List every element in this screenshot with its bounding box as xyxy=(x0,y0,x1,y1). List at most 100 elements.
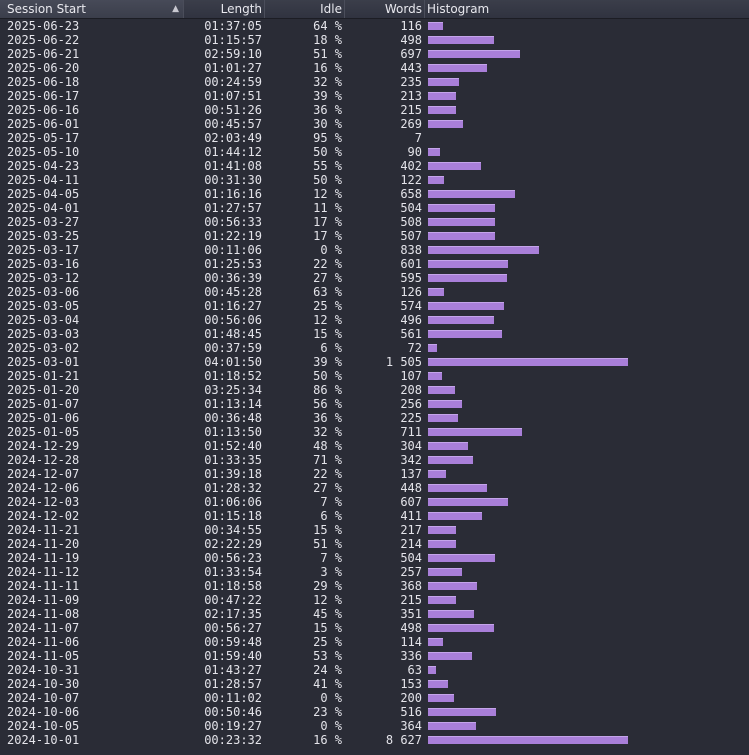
cell-idle: 23 % xyxy=(313,705,342,719)
column-header-session-start[interactable]: Session Start ▲ xyxy=(0,0,184,18)
table-row[interactable]: 2025-04-05 01:16:16 12 % 658 xyxy=(0,187,749,201)
table-row[interactable]: 2025-03-04 00:56:06 12 % 496 xyxy=(0,313,749,327)
table-row[interactable]: 2025-06-16 00:51:26 36 % 215 xyxy=(0,103,749,117)
table-row[interactable]: 2024-11-08 02:17:35 45 % 351 xyxy=(0,607,749,621)
cell-length: 00:36:39 xyxy=(204,271,262,285)
table-row[interactable]: 2024-11-05 01:59:40 53 % 336 xyxy=(0,649,749,663)
cell-words: 8 627 xyxy=(385,733,422,747)
table-row[interactable]: 2025-01-05 01:13:50 32 % 711 xyxy=(0,425,749,439)
table-row[interactable]: 2024-12-07 01:39:18 22 % 137 xyxy=(0,467,749,481)
histogram-bar xyxy=(428,50,520,58)
cell-length: 01:41:08 xyxy=(204,159,262,173)
table-row[interactable]: 2024-10-06 00:50:46 23 % 516 xyxy=(0,705,749,719)
table-row[interactable]: 2025-03-25 01:22:19 17 % 507 xyxy=(0,229,749,243)
table-row[interactable]: 2024-12-29 01:52:40 48 % 304 xyxy=(0,439,749,453)
histogram-bar xyxy=(428,358,628,366)
cell-length: 01:15:57 xyxy=(204,33,262,47)
table-row[interactable]: 2025-06-01 00:45:57 30 % 269 xyxy=(0,117,749,131)
cell-idle: 48 % xyxy=(313,439,342,453)
table-row[interactable]: 2025-06-23 01:37:05 64 % 116 xyxy=(0,19,749,33)
column-header-idle[interactable]: Idle xyxy=(265,0,345,18)
table-row[interactable]: 2025-01-06 00:36:48 36 % 225 xyxy=(0,411,749,425)
cell-words: 1 505 xyxy=(385,355,422,369)
cell-length: 01:27:57 xyxy=(204,201,262,215)
histogram-bar xyxy=(428,526,456,534)
table-row[interactable]: 2024-11-20 02:22:29 51 % 214 xyxy=(0,537,749,551)
table-row[interactable]: 2025-03-03 01:48:45 15 % 561 xyxy=(0,327,749,341)
table-row[interactable]: 2024-12-03 01:06:06 7 % 607 xyxy=(0,495,749,509)
table-row[interactable]: 2025-03-17 00:11:06 0 % 838 xyxy=(0,243,749,257)
cell-words: 595 xyxy=(400,271,422,285)
cell-idle: 7 % xyxy=(320,495,342,509)
table-row[interactable]: 2025-01-07 01:13:14 56 % 256 xyxy=(0,397,749,411)
cell-length: 01:13:50 xyxy=(204,425,262,439)
table-row[interactable]: 2025-03-12 00:36:39 27 % 595 xyxy=(0,271,749,285)
cell-session-start: 2024-11-20 xyxy=(7,537,80,551)
table-row[interactable]: 2024-11-21 00:34:55 15 % 217 xyxy=(0,523,749,537)
cell-session-start: 2025-03-27 xyxy=(7,215,80,229)
table-row[interactable]: 2025-06-20 01:01:27 16 % 443 xyxy=(0,61,749,75)
table-row[interactable]: 2024-10-07 00:11:02 0 % 200 xyxy=(0,691,749,705)
cell-words: 508 xyxy=(400,215,422,229)
cell-session-start: 2025-04-01 xyxy=(7,201,80,215)
table-row[interactable]: 2024-11-07 00:56:27 15 % 498 xyxy=(0,621,749,635)
sort-ascending-icon: ▲ xyxy=(172,4,179,14)
cell-session-start: 2025-04-23 xyxy=(7,159,80,173)
column-header-histogram[interactable]: Histogram xyxy=(425,0,749,18)
table-row[interactable]: 2025-03-06 00:45:28 63 % 126 xyxy=(0,285,749,299)
cell-length: 00:24:59 xyxy=(204,75,262,89)
table-row[interactable]: 2024-11-19 00:56:23 7 % 504 xyxy=(0,551,749,565)
table-row[interactable]: 2025-03-01 04:01:50 39 % 1 505 xyxy=(0,355,749,369)
column-header-length[interactable]: Length xyxy=(184,0,265,18)
table-row[interactable]: 2024-10-01 00:23:32 16 % 8 627 xyxy=(0,733,749,747)
table-row[interactable]: 2025-01-20 03:25:34 86 % 208 xyxy=(0,383,749,397)
cell-idle: 0 % xyxy=(320,691,342,705)
table-row[interactable]: 2024-11-11 01:18:58 29 % 368 xyxy=(0,579,749,593)
table-row[interactable]: 2024-10-31 01:43:27 24 % 63 xyxy=(0,663,749,677)
table-row[interactable]: 2025-03-16 01:25:53 22 % 601 xyxy=(0,257,749,271)
cell-session-start: 2024-10-06 xyxy=(7,705,80,719)
table-row[interactable]: 2025-06-17 01:07:51 39 % 213 xyxy=(0,89,749,103)
cell-length: 00:56:33 xyxy=(204,215,262,229)
cell-words: 304 xyxy=(400,439,422,453)
cell-words: 838 xyxy=(400,243,422,257)
table-row[interactable]: 2025-01-21 01:18:52 50 % 107 xyxy=(0,369,749,383)
table-row[interactable]: 2025-04-23 01:41:08 55 % 402 xyxy=(0,159,749,173)
table-row[interactable]: 2024-11-06 00:59:48 25 % 114 xyxy=(0,635,749,649)
cell-idle: 39 % xyxy=(313,89,342,103)
cell-session-start: 2025-05-10 xyxy=(7,145,80,159)
cell-session-start: 2024-12-06 xyxy=(7,481,80,495)
table-row[interactable]: 2025-05-10 01:44:12 50 % 90 xyxy=(0,145,749,159)
table-row[interactable]: 2024-11-09 00:47:22 12 % 215 xyxy=(0,593,749,607)
cell-session-start: 2025-06-17 xyxy=(7,89,80,103)
cell-idle: 7 % xyxy=(320,551,342,565)
cell-words: 116 xyxy=(400,19,422,33)
table-row[interactable]: 2024-12-02 01:15:18 6 % 411 xyxy=(0,509,749,523)
table-row[interactable]: 2025-03-05 01:16:27 25 % 574 xyxy=(0,299,749,313)
table-row[interactable]: 2025-03-27 00:56:33 17 % 508 xyxy=(0,215,749,229)
cell-idle: 27 % xyxy=(313,271,342,285)
table-row[interactable]: 2024-10-05 00:19:27 0 % 364 xyxy=(0,719,749,733)
histogram-bar xyxy=(428,22,443,30)
table-row[interactable]: 2025-06-18 00:24:59 32 % 235 xyxy=(0,75,749,89)
table-row[interactable]: 2025-04-11 00:31:30 50 % 122 xyxy=(0,173,749,187)
table-row[interactable]: 2025-03-02 00:37:59 6 % 72 xyxy=(0,341,749,355)
histogram-bar xyxy=(428,148,440,156)
table-row[interactable]: 2025-06-21 02:59:10 51 % 697 xyxy=(0,47,749,61)
column-header-words[interactable]: Words xyxy=(345,0,425,18)
cell-length: 01:28:32 xyxy=(204,481,262,495)
table-row[interactable]: 2024-10-30 01:28:57 41 % 153 xyxy=(0,677,749,691)
table-row[interactable]: 2025-05-17 02:03:49 95 % 7 xyxy=(0,131,749,145)
cell-idle: 86 % xyxy=(313,383,342,397)
cell-idle: 30 % xyxy=(313,117,342,131)
cell-session-start: 2025-03-16 xyxy=(7,257,80,271)
table-row[interactable]: 2024-11-12 01:33:54 3 % 257 xyxy=(0,565,749,579)
cell-words: 516 xyxy=(400,705,422,719)
cell-idle: 11 % xyxy=(313,201,342,215)
table-row[interactable]: 2025-06-22 01:15:57 18 % 498 xyxy=(0,33,749,47)
table-row[interactable]: 2024-12-06 01:28:32 27 % 448 xyxy=(0,481,749,495)
table-row[interactable]: 2024-12-28 01:33:35 71 % 342 xyxy=(0,453,749,467)
table-row[interactable]: 2025-04-01 01:27:57 11 % 504 xyxy=(0,201,749,215)
cell-length: 00:34:55 xyxy=(204,523,262,537)
histogram-bar xyxy=(428,582,477,590)
